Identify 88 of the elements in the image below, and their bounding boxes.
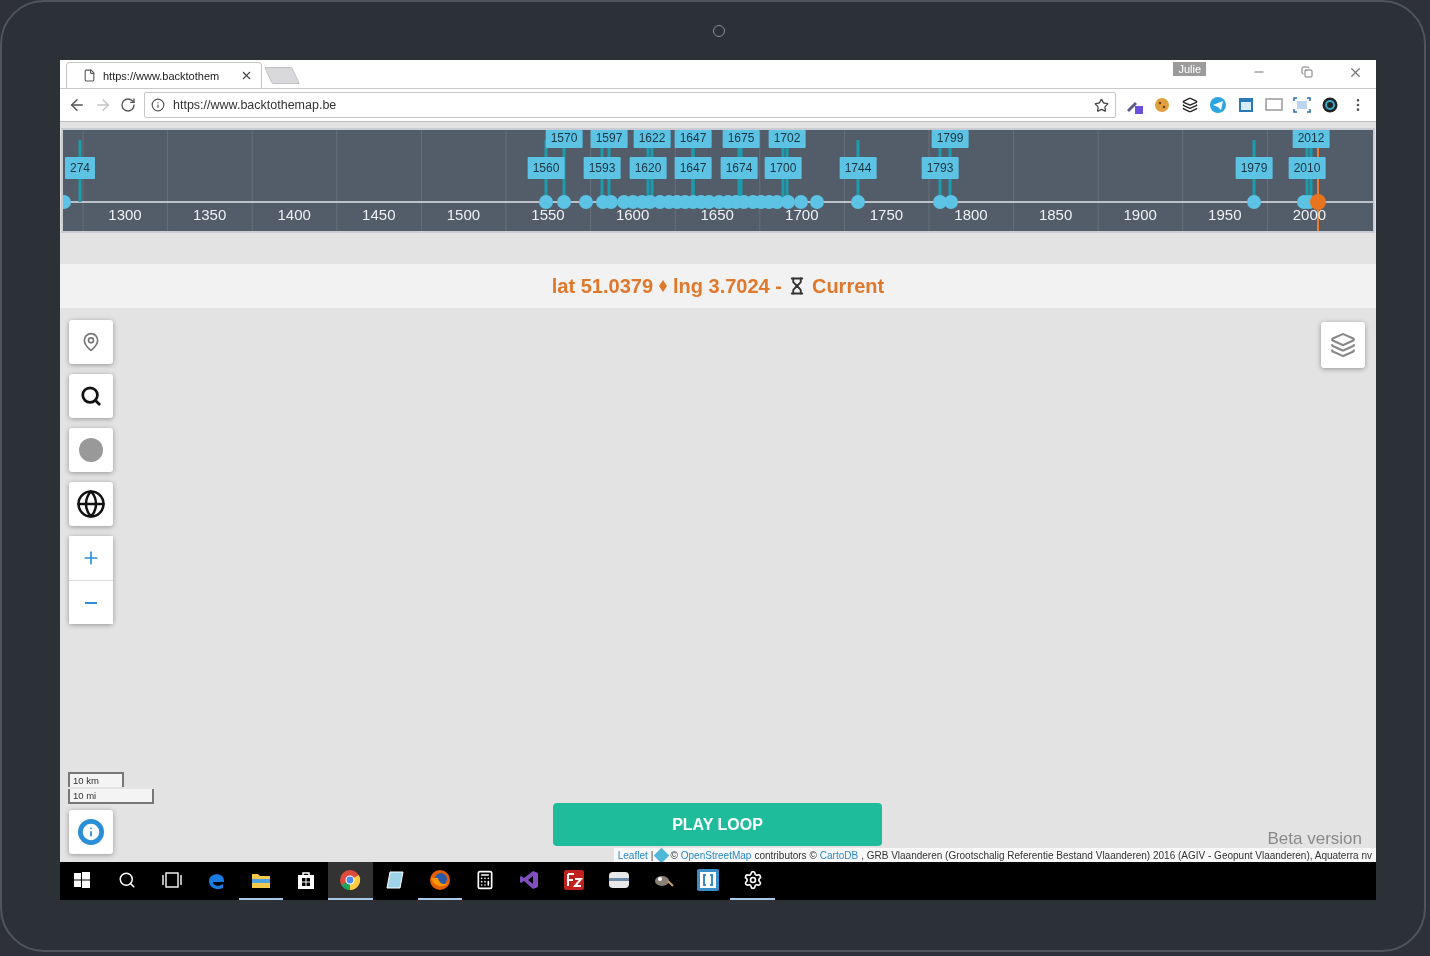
attribution-text: , GRB Vlaanderen (Grootschalig Referentie Bestand Vlaanderen) 2016 (AGIV - Geopunt Vlaanderen), Aquaterra nv [861,849,1372,861]
brackets-editor-icon[interactable] [696,869,719,891]
year-marker[interactable]: 1700 [764,157,802,179]
year-label: 1650 [700,206,734,223]
year-marker[interactable]: 1620 [629,157,667,179]
latitude-text: lat 51.0379 [551,274,653,298]
year-marker[interactable]: 1702 [768,130,806,148]
year-label: 1850 [1038,206,1073,223]
reload-icon[interactable] [120,97,136,113]
cookie-icon[interactable] [1154,97,1170,113]
settings-icon[interactable] [742,870,763,890]
info-button[interactable] [69,810,113,854]
record-button[interactable] [69,428,113,472]
year-label: 1900 [1123,206,1157,223]
year-marker[interactable]: 1675 [722,130,760,148]
address-bar[interactable]: https://www.backtothemap.be [144,92,1116,118]
attribution-link[interactable]: OpenStreetMap [680,849,752,861]
year-marker[interactable]: 1674 [720,157,758,179]
year-label: 1300 [108,206,142,223]
browser-tab[interactable]: https://www.backtothem [66,62,262,88]
globe-button[interactable] [69,482,113,526]
year-marker[interactable]: 1647 [674,130,712,148]
year-marker[interactable]: 1593 [583,157,621,179]
year-label: 1600 [615,206,650,223]
attribution-text: © [670,849,678,861]
beta-label: Beta version [1267,829,1362,849]
page-icon [83,69,96,82]
search-icon[interactable] [118,871,137,889]
location-button[interactable] [69,320,113,364]
notepad-icon[interactable] [385,870,406,890]
folder-icon[interactable] [251,871,272,889]
bookmark-star-icon[interactable] [1094,97,1109,113]
year-marker[interactable]: 1744 [839,157,877,179]
year-marker[interactable]: 1793 [921,157,959,179]
shopping-bag-icon[interactable] [296,870,315,890]
minus-icon [85,601,97,604]
close-icon[interactable] [240,69,253,82]
longitude-text: lng 3.7024 - [673,274,782,298]
year-marker[interactable]: 2010 [1288,157,1326,179]
year-label: 1750 [869,206,904,223]
year-label: 1500 [446,206,481,223]
year-marker[interactable]: 2012 [1292,130,1330,148]
search-icon [80,385,102,407]
imperial-scale: 10 mi [68,789,154,804]
attribution-text: contributors © [754,849,817,861]
info-icon [78,819,104,845]
year-label: 1800 [954,206,988,223]
attribution-link[interactable]: Leaflet [617,849,648,861]
stack-icon[interactable] [1182,97,1198,113]
chrome-browser-icon[interactable] [339,869,362,891]
drive-icon[interactable] [607,871,630,889]
year-marker[interactable]: 274 [65,157,95,179]
layers-button[interactable] [1321,322,1365,368]
firefox-browser-icon[interactable] [428,869,451,891]
window-icon[interactable] [1238,97,1254,113]
layers-icon [1330,332,1356,358]
year-label: 1350 [192,206,227,223]
task-view-icon[interactable] [161,872,182,888]
year-label: 1700 [785,206,819,223]
globe-icon [76,489,106,519]
year-marker[interactable]: 1799 [931,130,969,148]
year-marker[interactable]: 1597 [590,130,628,148]
color-wheel-icon[interactable] [1322,97,1338,113]
year-label: 1550 [531,206,565,223]
year-marker[interactable]: 1979 [1235,157,1273,179]
year-label: 1400 [277,206,311,223]
year-marker[interactable]: 1570 [545,130,583,148]
attribution-text: | [650,849,654,861]
year-marker[interactable]: 1647 [674,157,712,179]
search-button[interactable] [69,374,113,418]
year-marker[interactable]: 1622 [633,130,671,148]
metric-scale: 10 km [68,772,124,787]
info-icon [151,98,165,112]
year-label: 1950 [1208,206,1242,223]
circle-icon [78,437,104,463]
visual-studio-icon[interactable] [519,870,540,890]
filezilla-icon[interactable] [563,870,584,890]
windows-logo-icon[interactable] [74,872,91,888]
diamond-icon [659,280,667,292]
year-label: 1450 [362,206,396,223]
attribution-link[interactable]: CartoDB [819,849,859,861]
period-text: Current [811,274,885,298]
back-icon[interactable] [68,96,86,114]
restore-icon[interactable] [1301,66,1313,78]
year-marker[interactable]: 1560 [527,157,565,179]
paper-plane-icon[interactable] [1210,97,1226,113]
map-pin-icon [81,332,101,352]
capture-frame-icon[interactable] [1293,97,1311,113]
